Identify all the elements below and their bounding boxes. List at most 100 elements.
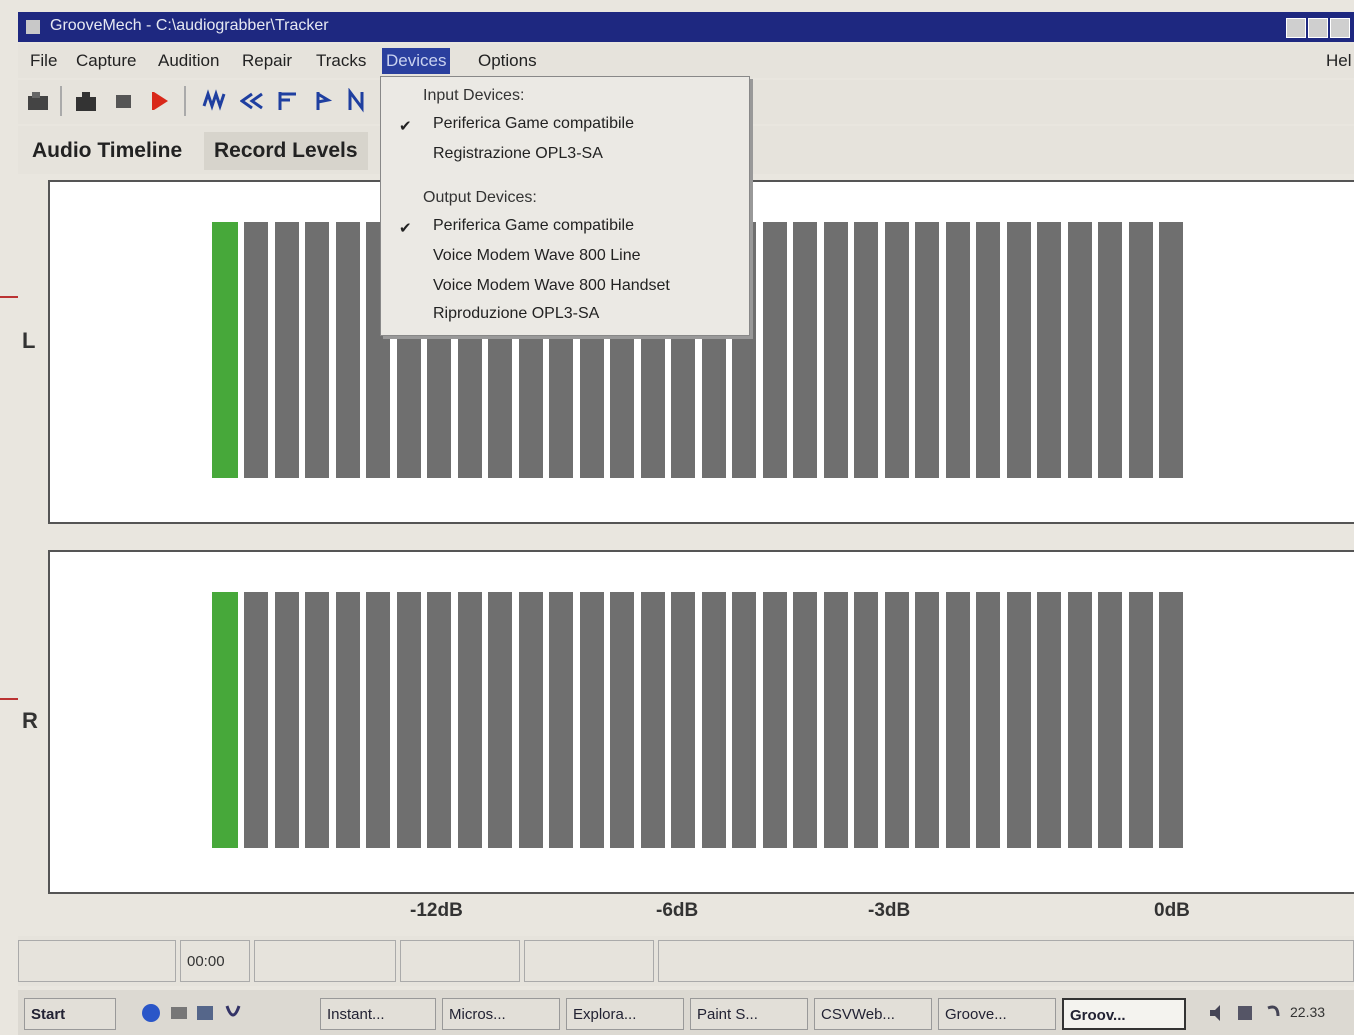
db-label-minus-12: -12dB (410, 900, 463, 921)
level-segment (305, 222, 329, 478)
output-device-item[interactable]: Voice Modem Wave 800 Handset (433, 277, 670, 295)
toolbar-separator (184, 86, 186, 116)
menu-bar: File Capture Audition Repair Tracks Devi… (18, 44, 1354, 78)
close-icon[interactable] (1330, 18, 1350, 38)
input-device-item[interactable]: Periferica Game compatibile (433, 115, 634, 133)
taskbar-button[interactable]: Explora... (566, 998, 684, 1030)
level-segment (732, 592, 756, 848)
right-level-indicator (212, 592, 238, 848)
start-button[interactable]: Start (24, 998, 116, 1030)
status-cell (400, 940, 520, 982)
status-cell (18, 940, 176, 982)
output-device-item[interactable]: Voice Modem Wave 800 Line (433, 247, 641, 265)
menu-repair[interactable]: Repair (238, 48, 296, 74)
left-level-indicator (212, 222, 238, 478)
taskbar-button[interactable]: CSVWeb... (814, 998, 932, 1030)
status-bar: 00:00 (18, 936, 1354, 986)
right-channel-panel (48, 550, 1354, 894)
status-cell (658, 940, 1354, 982)
next-marker-icon[interactable] (346, 88, 370, 114)
level-segment (762, 222, 787, 478)
level-segment (1098, 222, 1122, 478)
output-device-item[interactable]: Riproduzione OPL3-SA (433, 305, 599, 323)
level-segment (366, 592, 390, 848)
input-device-item[interactable]: Registrazione OPL3-SA (433, 145, 603, 163)
system-clock: 22.33 (1290, 1004, 1326, 1020)
left-channel-label: L (22, 328, 36, 353)
db-label-minus-6: -6dB (656, 900, 699, 921)
level-segment (1067, 222, 1092, 478)
sync-icon[interactable] (1262, 1002, 1284, 1024)
level-segment (1067, 592, 1092, 848)
check-icon: ✔ (399, 220, 412, 237)
window-title: GrooveMech - C:\audiograbber\Tracker (50, 17, 329, 34)
menu-file[interactable]: File (26, 48, 61, 74)
taskbar-button[interactable]: Paint S... (690, 998, 808, 1030)
explorer-icon[interactable] (168, 1002, 190, 1024)
level-segment (518, 592, 543, 848)
title-bar: GrooveMech - C:\audiograbber\Tracker (18, 12, 1354, 42)
level-segment (1159, 222, 1183, 478)
tab-record-levels[interactable]: Record Levels (204, 132, 368, 170)
taskbar-button[interactable]: Instant... (320, 998, 436, 1030)
taskbar-button[interactable]: Micros... (442, 998, 560, 1030)
level-segment (244, 592, 268, 848)
level-segment (1006, 222, 1031, 478)
level-segment (1159, 592, 1183, 848)
menu-options[interactable]: Options (474, 48, 541, 74)
open-icon[interactable] (26, 88, 50, 114)
play-icon[interactable] (148, 88, 172, 114)
level-segment (1006, 592, 1031, 848)
db-label-0: 0dB (1154, 900, 1190, 921)
marker-icon[interactable] (310, 88, 334, 114)
level-segment (640, 592, 665, 848)
network-icon[interactable] (1234, 1002, 1256, 1024)
level-segment (1098, 592, 1122, 848)
record-device-icon[interactable] (74, 88, 98, 114)
menu-help[interactable]: Hel (1322, 48, 1354, 74)
rewind-icon[interactable] (240, 88, 264, 114)
level-segment (671, 592, 695, 848)
level-segment (488, 592, 512, 848)
level-segment (549, 592, 573, 848)
channels-icon[interactable] (222, 1002, 244, 1024)
status-time: 00:00 (180, 940, 250, 982)
check-icon: ✔ (399, 118, 412, 135)
input-devices-header: Input Devices: (423, 87, 525, 104)
channel-marker-line (0, 296, 18, 298)
ie-icon[interactable] (140, 1002, 162, 1024)
status-cell (254, 940, 396, 982)
mark-start-icon[interactable] (276, 88, 300, 114)
level-segment (701, 592, 726, 848)
taskbar-button[interactable]: Groove... (938, 998, 1056, 1030)
level-segment (915, 222, 939, 478)
stop-icon[interactable] (112, 88, 136, 114)
level-segment (854, 222, 878, 478)
minimize-icon[interactable] (1286, 18, 1306, 38)
output-devices-header: Output Devices: (423, 189, 537, 206)
level-segment (945, 592, 970, 848)
level-segment (854, 592, 878, 848)
tab-audio-timeline[interactable]: Audio Timeline (22, 132, 192, 170)
level-segment (305, 592, 329, 848)
menu-audition[interactable]: Audition (154, 48, 223, 74)
volume-icon[interactable] (1206, 1002, 1228, 1024)
level-segment (610, 592, 634, 848)
outlook-icon[interactable] (194, 1002, 216, 1024)
maximize-icon[interactable] (1308, 18, 1328, 38)
app-icon (26, 20, 40, 34)
menu-capture[interactable]: Capture (72, 48, 140, 74)
level-segment (915, 592, 939, 848)
right-level-meter (212, 592, 1190, 848)
toolbar-separator (60, 86, 62, 116)
level-segment (945, 222, 970, 478)
output-device-item[interactable]: Periferica Game compatibile (433, 217, 634, 235)
taskbar-button-active[interactable]: Groov... (1062, 998, 1186, 1030)
level-segment (884, 592, 909, 848)
menu-tracks[interactable]: Tracks (312, 48, 370, 74)
menu-devices[interactable]: Devices (382, 48, 451, 74)
level-segment (976, 592, 1000, 848)
waveform-icon[interactable] (202, 88, 226, 114)
level-segment (579, 592, 604, 848)
level-segment (457, 592, 482, 848)
